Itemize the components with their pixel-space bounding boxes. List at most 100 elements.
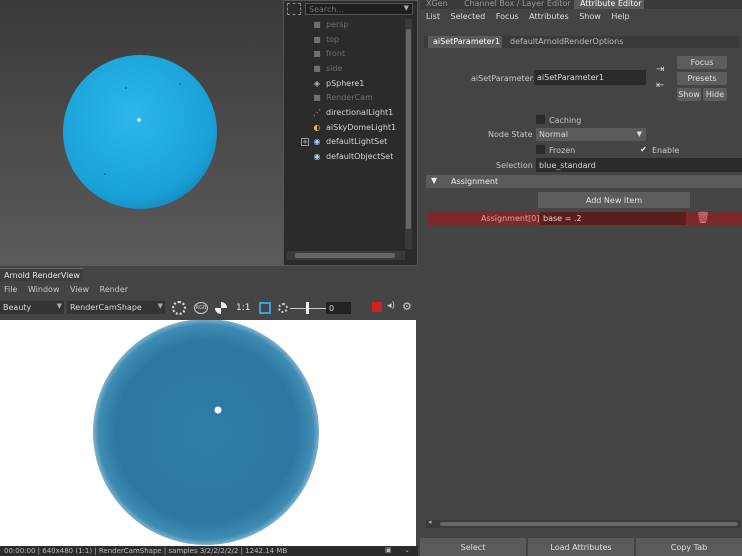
select-button[interactable]: Select — [420, 538, 526, 556]
snapshot-icon[interactable]: ▣ — [385, 546, 392, 554]
exposure-slider-handle[interactable] — [306, 302, 309, 314]
selection-value: blue_standard — [539, 160, 596, 170]
ratio-label[interactable]: 1:1 — [236, 303, 250, 313]
region-icon[interactable]: RGB — [194, 302, 208, 314]
scrollbar-thumb[interactable] — [440, 522, 738, 526]
item-label: front — [326, 49, 346, 58]
copy-tab-button[interactable]: Copy Tab — [636, 538, 742, 556]
trash-icon[interactable]: 🗑 — [696, 211, 710, 224]
outliner-item-top[interactable]: ■ top — [312, 33, 339, 46]
outliner-item-directionallight1[interactable]: ⋰ directionalLight1 — [312, 106, 393, 119]
exposure-field[interactable]: 0 — [326, 302, 351, 314]
outliner-item-defaultobjectset[interactable]: ◉ defaultObjectSet — [312, 150, 394, 163]
outliner-item-rendercam[interactable]: ■ RenderCam — [312, 91, 373, 104]
aov-value: Beauty — [3, 303, 32, 312]
chevron-down-icon: ▼ — [636, 130, 642, 138]
chevron-down-icon: ▼ — [56, 302, 62, 310]
expand-icon[interactable]: + — [301, 138, 309, 146]
outliner-item-persp[interactable]: ■ persp — [312, 18, 349, 31]
chevron-down-icon[interactable]: ⌄ — [404, 546, 410, 554]
render-highlight — [214, 406, 222, 414]
focus-button[interactable]: Focus — [677, 56, 727, 69]
assignment-section-header[interactable]: ▼ Assignment — [426, 175, 742, 188]
chevron-down-icon[interactable]: ▼ — [404, 4, 409, 12]
menu-file[interactable]: File — [4, 285, 17, 294]
enable-label: Enable — [652, 146, 680, 155]
top-tabbar: XGen Channel Box / Layer Editor Attribut… — [420, 0, 742, 9]
skydome-light-icon: ◐ — [313, 122, 321, 132]
tab-attribute-editor[interactable]: Attribute Editor — [580, 0, 642, 8]
aov-dropdown[interactable]: Beauty ▼ — [0, 301, 64, 314]
add-new-item-button[interactable]: Add New Item — [538, 192, 690, 208]
directional-light-icon: ⋰ — [313, 107, 321, 117]
specular-highlight — [137, 118, 141, 122]
show-button[interactable]: Show — [677, 88, 701, 101]
menu-show[interactable]: Show — [579, 12, 601, 21]
item-label: defaultObjectSet — [326, 152, 394, 161]
tab-channel-box[interactable]: Channel Box / Layer Editor — [464, 0, 571, 8]
outliner-item-defaultlightset[interactable]: ◉ defaultLightSet — [312, 135, 388, 148]
selection-field[interactable]: blue_standard — [536, 158, 742, 172]
scroll-left-icon[interactable]: ◂ — [428, 518, 432, 526]
menu-view[interactable]: View — [70, 285, 89, 294]
vertical-scrollbar[interactable] — [405, 19, 412, 249]
selection-label: Selection — [496, 161, 533, 170]
node-state-label: Node State — [488, 130, 533, 139]
sphere-mesh[interactable] — [63, 55, 217, 209]
select-icon[interactable] — [287, 3, 301, 15]
input-connection-icon[interactable]: ⇥ — [656, 64, 664, 75]
refresh-render-icon[interactable] — [172, 301, 186, 315]
scrollbar-thumb[interactable] — [295, 253, 395, 258]
menu-window[interactable]: Window — [28, 285, 60, 294]
outliner-item-aiskydomelight1[interactable]: ◐ aiSkyDomeLight1 — [312, 121, 397, 134]
menu-focus[interactable]: Focus — [496, 12, 519, 21]
gear-icon[interactable]: ⚙ — [402, 300, 412, 313]
item-label: side — [326, 64, 343, 73]
assignment-row: Assignment[0] base = .2 🗑 — [428, 211, 742, 226]
enable-checkbox[interactable]: ✔ — [639, 145, 648, 154]
search-input[interactable]: Search... ▼ — [305, 3, 413, 15]
caching-checkbox[interactable] — [536, 115, 545, 124]
sound-icon[interactable]: ◂) — [387, 301, 395, 311]
stop-render-icon[interactable] — [372, 302, 382, 312]
ae-menubar: List Selected Focus Attributes Show Help — [426, 12, 638, 21]
frozen-checkbox[interactable] — [536, 145, 545, 154]
viewport-canvas[interactable] — [0, 0, 283, 266]
viewport-3d[interactable] — [0, 0, 283, 266]
node-tab-defaultarnoldrenderoptions[interactable]: defaultArnoldRenderOptions — [510, 37, 623, 46]
render-image[interactable] — [0, 319, 416, 546]
output-connection-icon[interactable]: ⇤ — [656, 80, 664, 91]
settings-gear-icon[interactable] — [278, 303, 288, 313]
set-icon: ◉ — [313, 151, 321, 161]
hide-button[interactable]: Hide — [703, 88, 727, 101]
load-attributes-button[interactable]: Load Attributes — [528, 538, 634, 556]
menu-help[interactable]: Help — [611, 12, 629, 21]
assignment-label: Assignment[0] — [481, 214, 540, 223]
outliner-item-front[interactable]: ■ front — [312, 47, 345, 60]
menu-render[interactable]: Render — [100, 285, 128, 294]
crop-icon[interactable] — [259, 302, 271, 314]
attribute-editor-panel: XGen Channel Box / Layer Editor Attribut… — [420, 0, 742, 556]
tab-xgen[interactable]: XGen — [426, 0, 448, 8]
renderview-tab[interactable]: Arnold RenderView — [0, 268, 83, 281]
vertex-dot — [125, 87, 127, 89]
checker-icon[interactable] — [215, 302, 227, 314]
assignment-field[interactable]: base = .2 — [540, 212, 686, 225]
scrollbar-thumb[interactable] — [406, 29, 411, 229]
node-tab-aisetparameter1[interactable]: aiSetParameter1 — [433, 37, 500, 46]
menu-list[interactable]: List — [426, 12, 440, 21]
node-state-dropdown[interactable]: Normal ▼ — [536, 128, 646, 141]
menu-attributes[interactable]: Attributes — [529, 12, 569, 21]
camera-dropdown[interactable]: RenderCamShape ▼ — [67, 301, 165, 314]
outliner-item-side[interactable]: ■ side — [312, 62, 342, 75]
checkmark-icon: ✔ — [640, 145, 647, 154]
ae-horizontal-scrollbar[interactable]: ◂ — [426, 518, 740, 528]
menu-selected[interactable]: Selected — [451, 12, 486, 21]
rendered-sphere — [93, 319, 319, 545]
item-label: persp — [326, 20, 349, 29]
frozen-label: Frozen — [549, 146, 576, 155]
node-name-field[interactable]: aiSetParameter1 — [534, 70, 646, 85]
presets-button[interactable]: Presets — [677, 72, 727, 85]
outliner-item-psphere1[interactable]: ◈ pSphere1 — [312, 77, 364, 90]
horizontal-scrollbar[interactable] — [287, 251, 405, 260]
